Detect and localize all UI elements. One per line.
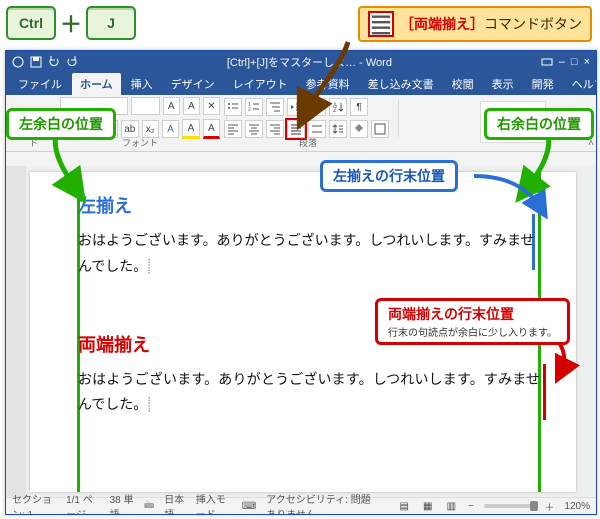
tab-insert[interactable]: 挿入	[123, 73, 161, 95]
keyboard-icon: 🖮	[144, 498, 154, 515]
ribbon-options-icon[interactable]	[541, 56, 553, 68]
status-page[interactable]: 1/1 ページ	[66, 491, 100, 515]
grow-font-button[interactable]: A	[163, 97, 180, 115]
callout-arrow	[300, 38, 380, 133]
view-print-icon[interactable]: ▦	[421, 497, 435, 515]
shortcut-hint: Ctrl ＋ J	[6, 6, 136, 40]
save-icon[interactable]	[30, 56, 42, 68]
tab-developer[interactable]: 開発	[524, 73, 562, 95]
undo-icon[interactable]	[48, 56, 60, 68]
label-justify-eol-sub: 行末の句読点が余白に少し入ります。	[388, 324, 557, 339]
paragraph-justify: おはようございます。ありがとうございます。しつれいします。すみませんでした。⸽	[78, 367, 540, 417]
close-button[interactable]: ×	[584, 56, 590, 68]
status-accessibility[interactable]: アクセシビリティ: 問題ありません	[266, 491, 377, 515]
status-insert-mode[interactable]: 挿入モード	[196, 491, 232, 515]
tab-view[interactable]: 表示	[484, 73, 522, 95]
label-right-margin: 右余白の位置	[484, 108, 594, 140]
label-left-align-eol: 左揃えの行末位置	[320, 160, 458, 192]
numbering-button[interactable]: 12	[245, 98, 263, 116]
maximize-button[interactable]: □	[571, 56, 578, 68]
view-web-icon[interactable]: ▥	[445, 497, 459, 515]
cursor-icon: ⸽	[147, 258, 151, 274]
zoom-level[interactable]: 120%	[564, 501, 590, 512]
plus-icon: ＋	[60, 7, 82, 39]
view-read-icon[interactable]: ▤	[397, 497, 411, 515]
zoom-in-button[interactable]: ＋	[544, 499, 554, 514]
a11y-icon: ⌨	[242, 501, 256, 512]
tab-file[interactable]: ファイル	[10, 73, 70, 95]
status-words[interactable]: 38 単語	[110, 491, 134, 515]
multilevel-button[interactable]	[266, 98, 284, 116]
shrink-font-button[interactable]: A	[183, 97, 200, 115]
callout-rest-text: コマンドボタン	[484, 14, 582, 34]
zoom-slider[interactable]	[484, 504, 535, 508]
label-left-margin: 左余白の位置	[6, 108, 116, 140]
paragraph-left-align: おはようございます。ありがとうございます。しつれいします。すみませんでした。⸽	[78, 228, 540, 278]
justify-icon	[368, 11, 394, 37]
tab-layout[interactable]: レイアウト	[225, 73, 296, 95]
minimize-button[interactable]: –	[559, 56, 565, 68]
tab-review[interactable]: 校閲	[444, 73, 482, 95]
left-margin-arrow	[44, 132, 94, 207]
tab-help[interactable]: ヘルプ	[564, 73, 597, 95]
font-size-select[interactable]	[131, 97, 159, 115]
bullets-button[interactable]	[224, 98, 242, 116]
left-align-eol-arrow	[470, 170, 560, 225]
svg-text:2: 2	[248, 107, 251, 113]
key-ctrl: Ctrl	[6, 6, 56, 40]
redo-icon[interactable]	[66, 56, 78, 68]
navigation-gutter	[6, 166, 26, 498]
cursor-icon: ⸽	[147, 396, 151, 412]
callout-bracket-text: ［両端揃え］	[400, 14, 484, 34]
status-section[interactable]: セクション: 1	[12, 491, 56, 515]
zoom-out-button[interactable]: −	[468, 501, 474, 512]
statusbar: セクション: 1 1/1 ページ 38 単語 🖮 日本語 挿入モード ⌨ アクセ…	[6, 497, 596, 514]
key-j: J	[86, 6, 136, 40]
tab-home[interactable]: ホーム	[72, 73, 121, 95]
tab-design[interactable]: デザイン	[163, 73, 223, 95]
label-justify-eol: 両端揃えの行末位置 行末の句読点が余白に少し入ります。	[375, 298, 570, 345]
group-label-paragraph: 段落	[218, 136, 398, 149]
justify-callout: ［両端揃え］ コマンドボタン	[358, 6, 592, 42]
status-language[interactable]: 日本語	[164, 491, 186, 515]
autosave-icon[interactable]	[12, 56, 24, 68]
